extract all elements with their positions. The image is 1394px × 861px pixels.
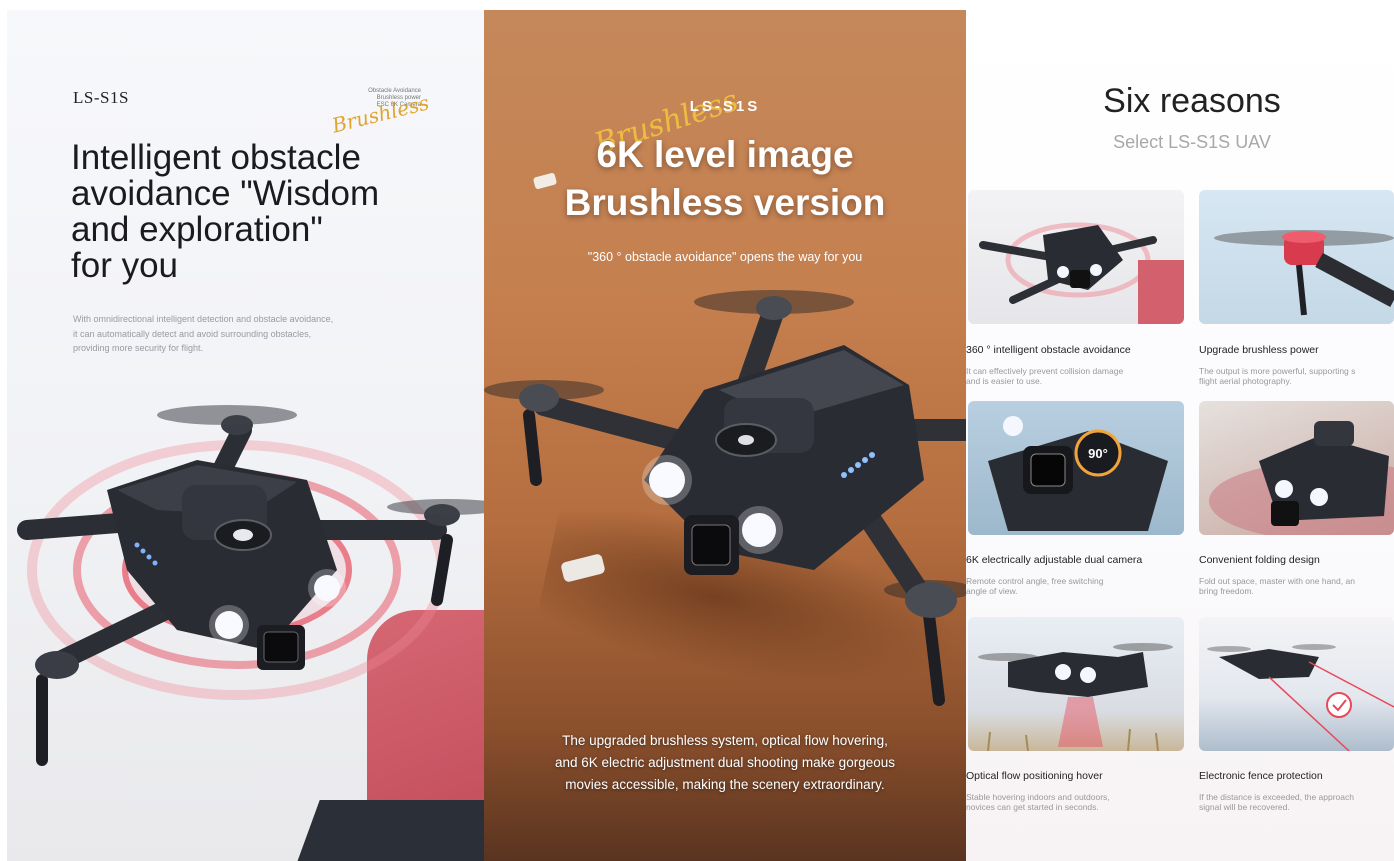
panel-six-reasons: Six reasons Select LS-S1S UAV 360 ° inte… [966, 10, 1394, 861]
description-line: The upgraded brushless system, optical f… [562, 733, 888, 748]
feature-desc: and is easier to use. [966, 376, 1043, 386]
feature-image-dual-camera: 90° [968, 401, 1184, 535]
feature-image-obstacle-avoidance [968, 190, 1184, 324]
angle-badge: 90° [1088, 446, 1108, 461]
panel-6k-brushless: Brushless LS-S1S 6K level image Brushles… [484, 10, 966, 861]
feature-title: Upgrade brushless power [1199, 344, 1319, 356]
section-title: Six reasons [1103, 82, 1281, 120]
description-line: and 6K electric adjustment dual shooting… [555, 755, 895, 770]
section-subtitle: Select LS-S1S UAV [1113, 132, 1271, 152]
feature-desc: The output is more powerful, supporting … [1199, 366, 1356, 376]
feature-title: 6K electrically adjustable dual camera [966, 554, 1143, 566]
feature-desc: novices can get started in seconds. [966, 802, 1099, 812]
feature-image-brushless [1199, 190, 1394, 324]
feature-title: 360 ° intelligent obstacle avoidance [966, 344, 1131, 356]
feature-title: Electronic fence protection [1199, 770, 1323, 782]
feature-desc: Remote control angle, free switching [966, 576, 1104, 586]
feature-desc: flight aerial photography. [1199, 376, 1292, 386]
feature-desc: angle of view. [966, 586, 1018, 596]
feature-image-electronic-fence [1199, 617, 1394, 751]
panel-obstacle-avoidance: LS-S1S Obstacle Avoidance Brushless powe… [7, 10, 484, 861]
feature-image-folding [1199, 401, 1394, 535]
feature-desc: Stable hovering indoors and outdoors, [966, 792, 1110, 802]
feature-desc: bring freedom. [1199, 586, 1254, 596]
description: The upgraded brushless system, optical f… [484, 730, 966, 796]
feature-title: Convenient folding design [1199, 554, 1320, 566]
description-line: movies accessible, making the scenery ex… [565, 777, 885, 792]
drone-illustration [17, 405, 484, 766]
feature-title: Optical flow positioning hover [966, 770, 1103, 782]
feature-desc: signal will be recovered. [1199, 802, 1290, 812]
feature-desc: Fold out space, master with one hand, an [1199, 576, 1355, 586]
feature-desc: If the distance is exceeded, the approac… [1199, 792, 1354, 802]
feature-image-optical-flow [968, 617, 1184, 751]
feature-desc: It can effectively prevent collision dam… [966, 366, 1124, 376]
